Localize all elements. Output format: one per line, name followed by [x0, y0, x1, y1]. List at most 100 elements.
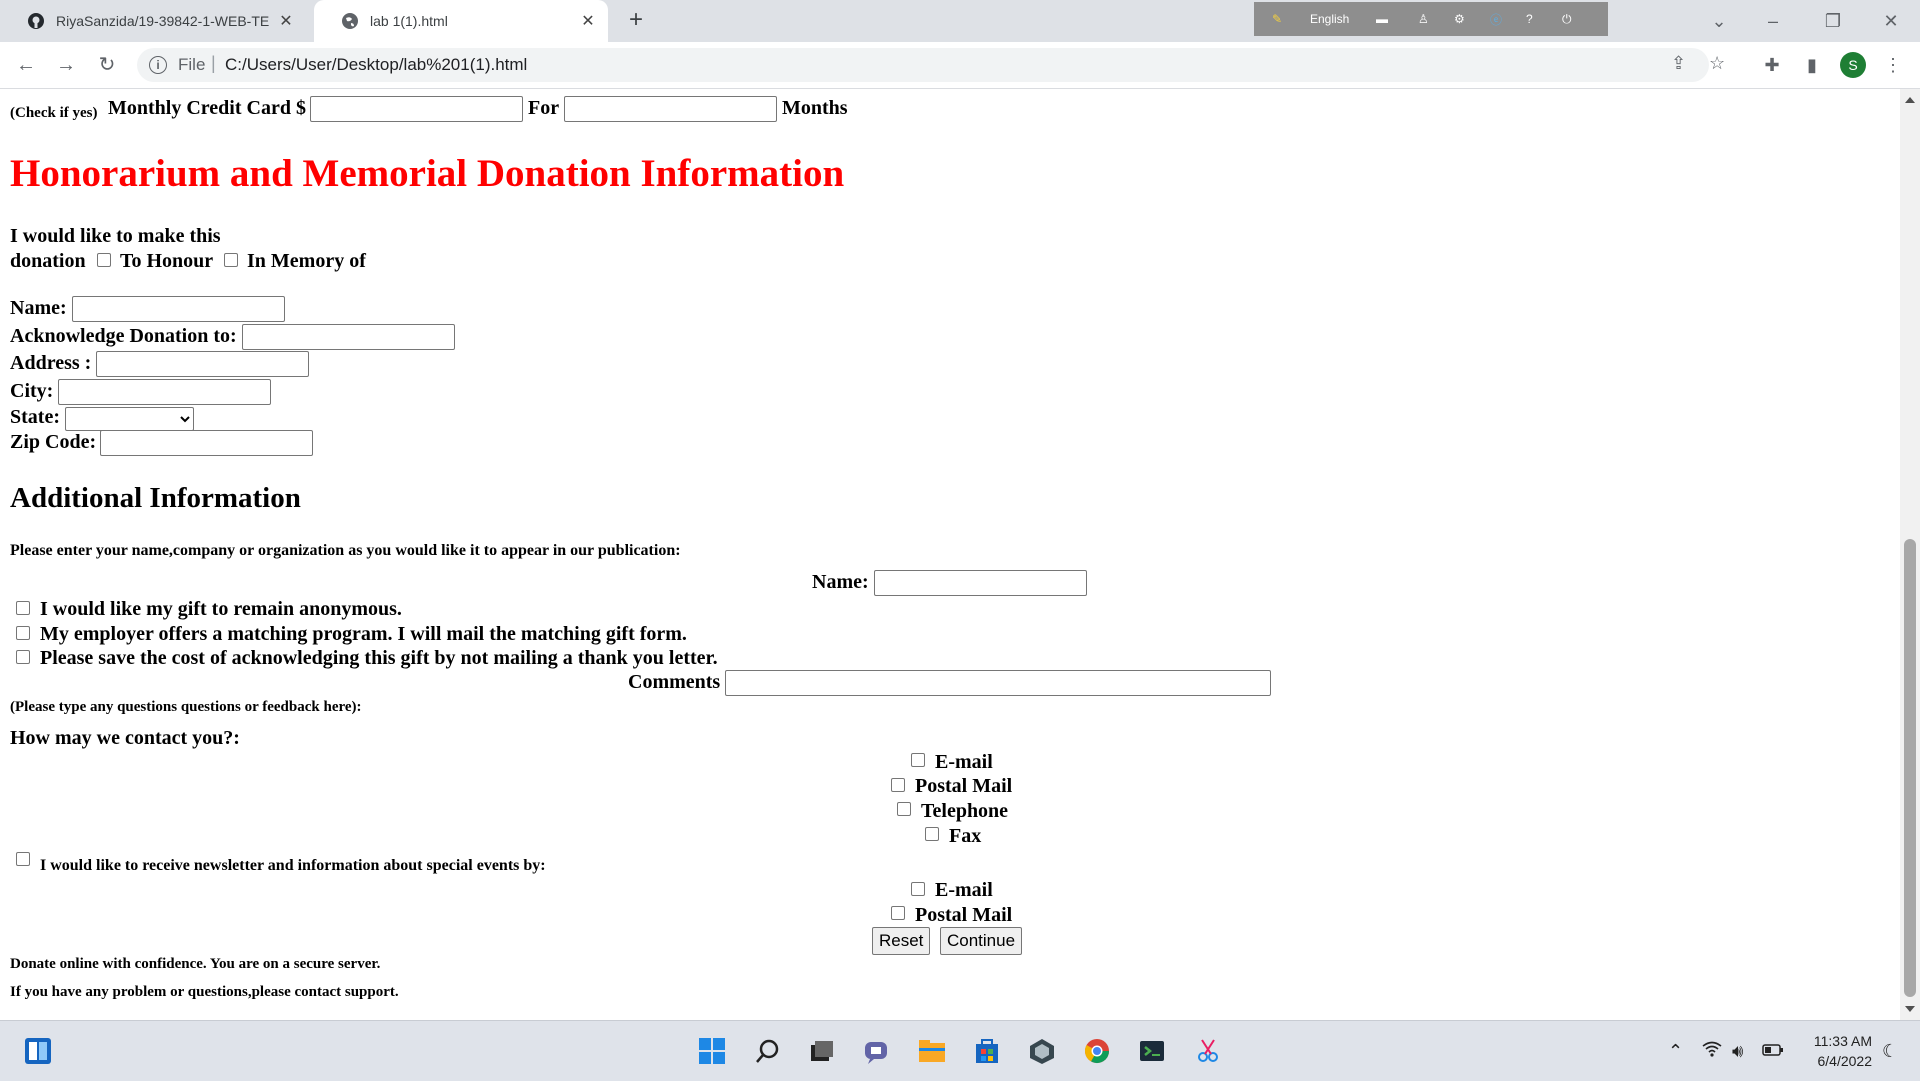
dev-app-icon[interactable] — [1026, 1035, 1058, 1067]
monthly-amount-input[interactable] — [310, 96, 523, 122]
acknowledge-input[interactable] — [242, 324, 455, 350]
newsletter-label: I would like to receive newsletter and i… — [40, 857, 546, 874]
monthly-credit-card-label: Monthly Credit Card $ — [108, 97, 306, 119]
power-icon[interactable]: ⏻ — [1562, 12, 1586, 27]
notification-moon-icon[interactable]: ☾ — [1882, 1041, 1898, 1062]
to-honour-checkbox[interactable] — [97, 253, 111, 267]
publication-name-input[interactable] — [874, 570, 1087, 596]
contact-postal-checkbox[interactable] — [891, 778, 905, 792]
battery-icon[interactable] — [1762, 1041, 1784, 1062]
anonymous-checkbox[interactable] — [16, 601, 30, 615]
tab-title: RiyaSanzida/19-39842-1-WEB-TE — [56, 13, 270, 29]
support-note: If you have any problem or questions,ple… — [10, 984, 399, 1000]
help-icon[interactable]: ? — [1526, 12, 1550, 26]
extensions-puzzle-icon[interactable]: ✚ — [1760, 53, 1784, 77]
contact-telephone-checkbox[interactable] — [897, 802, 911, 816]
state-select[interactable] — [65, 407, 194, 431]
continue-button[interactable]: Continue — [940, 927, 1023, 955]
to-honour-label: To Honour — [120, 250, 214, 272]
tab-github[interactable]: RiyaSanzida/19-39842-1-WEB-TE ✕ — [0, 0, 306, 42]
scrollbar-thumb[interactable] — [1904, 539, 1916, 997]
publication-prompt: Please enter your name,company or organi… — [10, 542, 681, 559]
save-cost-checkbox[interactable] — [16, 650, 30, 664]
close-window-button[interactable]: ✕ — [1874, 8, 1908, 34]
newsletter-email-checkbox[interactable] — [911, 882, 925, 896]
keyboard-icon[interactable]: ▬ — [1376, 12, 1406, 26]
comments-input[interactable] — [725, 670, 1271, 696]
employer-matching-label: My employer offers a matching program. I… — [40, 623, 687, 645]
minimize-button[interactable]: – — [1756, 8, 1790, 34]
zip-input[interactable] — [100, 430, 313, 456]
check-if-yes-label: (Check if yes) — [10, 105, 98, 121]
wifi-icon[interactable] — [1702, 1041, 1722, 1062]
settings-icon[interactable]: ⚙ — [1454, 12, 1478, 26]
task-view-icon[interactable] — [805, 1035, 837, 1067]
teams-chat-icon[interactable] — [860, 1035, 892, 1067]
microsoft-store-icon[interactable] — [971, 1035, 1003, 1067]
tab-search-chevron-icon[interactable]: ⌄ — [1702, 8, 1736, 34]
vertical-scrollbar[interactable] — [1900, 89, 1920, 1020]
contact-telephone-label: Telephone — [921, 800, 1009, 822]
honorarium-heading: Honorarium and Memorial Donation Informa… — [10, 152, 845, 195]
forward-arrow-icon[interactable]: → — [52, 52, 80, 80]
months-count-input[interactable] — [564, 96, 777, 122]
scroll-up-arrow-icon[interactable] — [1905, 97, 1915, 103]
contact-prompt: How may we contact you?: — [10, 727, 240, 749]
browser-e-icon[interactable]: ⓔ — [1490, 11, 1514, 28]
page-content: (Check if yes) Monthly Credit Card $ For… — [0, 89, 1900, 1020]
address-label: Address : — [10, 352, 92, 374]
show-hidden-icons-chevron-icon[interactable]: ⌃ — [1668, 1041, 1683, 1062]
file-explorer-icon[interactable] — [916, 1035, 948, 1067]
for-label: For — [528, 97, 560, 119]
employer-matching-checkbox[interactable] — [16, 626, 30, 640]
ime-icon[interactable]: ✎ — [1272, 12, 1292, 26]
widgets-icon[interactable] — [22, 1035, 54, 1067]
new-tab-button[interactable]: + — [622, 8, 650, 33]
search-icon[interactable] — [752, 1035, 784, 1067]
start-windows-icon[interactable] — [696, 1035, 728, 1067]
donation-line-2: donation — [10, 250, 86, 272]
info-icon[interactable]: i — [149, 56, 167, 74]
side-panel-icon[interactable]: ▮ — [1800, 53, 1824, 77]
contact-fax-label: Fax — [949, 825, 982, 847]
months-label: Months — [782, 97, 848, 119]
close-tab-icon[interactable]: ✕ — [578, 11, 598, 31]
name-label: Name: — [10, 297, 67, 319]
pin-icon[interactable]: ♙ — [1418, 12, 1442, 26]
url-scheme: File — [178, 55, 206, 74]
bookmark-star-icon[interactable]: ☆ — [1709, 53, 1725, 74]
system-clock[interactable]: 11:33 AM 6/4/2022 — [1792, 1031, 1872, 1071]
reset-button[interactable]: Reset — [872, 927, 931, 955]
back-arrow-icon[interactable]: ← — [12, 52, 40, 80]
snipping-tool-icon[interactable] — [1192, 1035, 1224, 1067]
language-bar[interactable]: ✎ English ▬ ♙ ⚙ ⓔ ? ⏻ — [1254, 2, 1608, 36]
url-text[interactable]: C:/Users/User/Desktop/lab%201(1).html — [225, 55, 527, 75]
comments-label: Comments — [628, 671, 721, 693]
share-icon[interactable]: ⇪ — [1671, 53, 1686, 74]
address-bar[interactable]: i File | C:/Users/User/Desktop/lab%201(1… — [137, 48, 1725, 82]
reload-icon[interactable]: ↻ — [93, 52, 121, 80]
profile-avatar[interactable]: S — [1840, 52, 1866, 78]
contact-email-checkbox[interactable] — [911, 753, 925, 767]
browser-toolbar: ← → ↻ i File | C:/Users/User/Desktop/lab… — [0, 42, 1920, 89]
newsletter-postal-checkbox[interactable] — [891, 906, 905, 920]
globe-icon — [340, 11, 360, 31]
close-tab-icon[interactable]: ✕ — [276, 11, 296, 31]
clock-time: 11:33 AM — [1813, 1033, 1872, 1049]
name-input[interactable] — [72, 296, 285, 322]
terminal-icon[interactable] — [1136, 1035, 1168, 1067]
in-memory-checkbox[interactable] — [224, 253, 238, 267]
language-label[interactable]: English — [1310, 12, 1370, 26]
tab-lab-html[interactable]: lab 1(1).html ✕ — [314, 0, 608, 42]
publication-name-label: Name: — [812, 571, 869, 593]
volume-icon[interactable]: 🔊︎ — [1732, 1041, 1743, 1062]
restore-button[interactable]: ❐ — [1816, 8, 1850, 34]
scroll-down-arrow-icon[interactable] — [1905, 1006, 1915, 1012]
newsletter-checkbox[interactable] — [16, 852, 30, 866]
contact-fax-checkbox[interactable] — [925, 827, 939, 841]
menu-kebab-icon[interactable]: ⋮ — [1881, 53, 1905, 77]
city-input[interactable] — [58, 379, 271, 405]
chrome-icon[interactable] — [1081, 1035, 1113, 1067]
in-memory-label: In Memory of — [247, 250, 366, 272]
address-input[interactable] — [96, 351, 309, 377]
